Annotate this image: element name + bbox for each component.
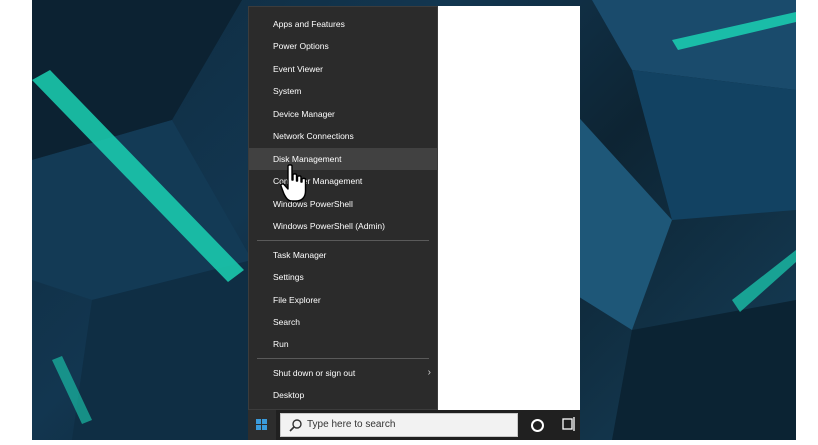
menu-item-search[interactable]: Search (249, 311, 437, 333)
search-icon (289, 419, 302, 432)
menu-item-settings[interactable]: Settings (249, 266, 437, 288)
menu-separator (257, 240, 429, 241)
chevron-right-icon: › (427, 367, 431, 378)
task-view-icon[interactable] (562, 417, 576, 433)
start-button[interactable] (248, 410, 276, 440)
menu-item-computer-management[interactable]: Computer Management (249, 170, 437, 192)
menu-item-run[interactable]: Run (249, 333, 437, 355)
menu-item-system[interactable]: System (249, 80, 437, 102)
taskbar: Type here to search (248, 410, 580, 440)
hand-pointer-cursor-icon (280, 164, 307, 202)
menu-item-network-connections[interactable]: Network Connections (249, 125, 437, 147)
menu-item-desktop[interactable]: Desktop (249, 384, 437, 406)
menu-item-event-viewer[interactable]: Event Viewer (249, 58, 437, 80)
menu-item-file-explorer[interactable]: File Explorer (249, 289, 437, 311)
winx-power-user-menu: Apps and Features Power Options Event Vi… (248, 6, 438, 410)
background-window (438, 6, 580, 410)
menu-item-windows-powershell-admin[interactable]: Windows PowerShell (Admin) (249, 215, 437, 237)
menu-item-task-manager[interactable]: Task Manager (249, 244, 437, 266)
menu-item-windows-powershell[interactable]: Windows PowerShell (249, 193, 437, 215)
taskbar-search-box[interactable]: Type here to search (280, 413, 518, 437)
windows-logo-icon (256, 419, 267, 430)
search-placeholder: Type here to search (307, 419, 396, 430)
menu-item-shut-down-or-sign-out[interactable]: Shut down or sign out › (249, 362, 437, 384)
menu-separator (257, 358, 429, 359)
menu-item-power-options[interactable]: Power Options (249, 35, 437, 57)
cortana-circle-icon[interactable] (531, 419, 544, 432)
menu-item-apps-and-features[interactable]: Apps and Features (249, 13, 437, 35)
menu-item-device-manager[interactable]: Device Manager (249, 103, 437, 125)
menu-item-label: Shut down or sign out (273, 368, 356, 378)
menu-item-disk-management[interactable]: Disk Management (249, 148, 437, 170)
